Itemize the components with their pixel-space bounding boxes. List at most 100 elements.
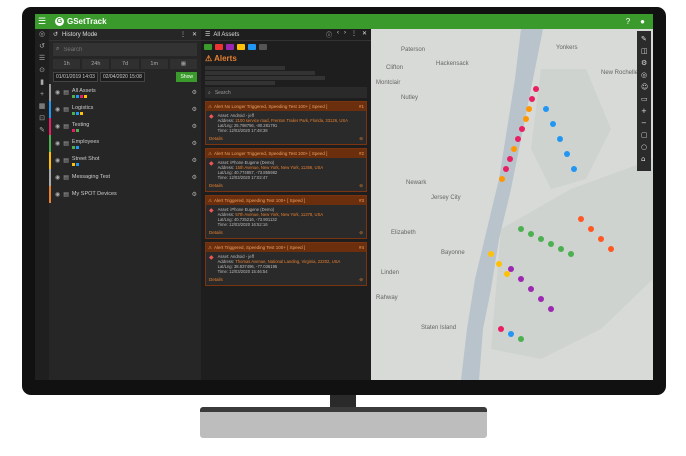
- calendar-icon[interactable]: ▦: [169, 59, 198, 69]
- eye-icon[interactable]: ◉: [55, 106, 60, 113]
- eye-icon[interactable]: ◉: [55, 89, 60, 96]
- asset-group-row[interactable]: ◉ ▤ Logistics ⚙: [49, 101, 201, 118]
- gear-icon[interactable]: ⚙: [192, 157, 197, 164]
- close-icon[interactable]: ✕: [362, 30, 367, 39]
- alert-card[interactable]: ⚠ Alert Triggered, Speeding Test 100+ [ …: [205, 195, 367, 239]
- alerts-panel-header: ☰ All Assets ⓘ ‹ › ⋮ ✕: [201, 29, 371, 41]
- tools-icon[interactable]: ✎: [35, 125, 49, 137]
- status-chip[interactable]: [204, 43, 212, 50]
- details-link[interactable]: Details: [209, 277, 223, 283]
- alert-title: Alert Triggered, Speeding Test 100+ [ Sp…: [214, 198, 306, 203]
- alert-body: ◆ Asset: iPhone Eugene (Demo) Address: 1…: [206, 158, 366, 182]
- add-icon[interactable]: +: [35, 89, 49, 101]
- chart-icon[interactable]: ▮: [35, 77, 49, 89]
- range-1h[interactable]: 1h: [53, 59, 81, 69]
- meta-line: [205, 76, 325, 80]
- location-icon[interactable]: ◎: [35, 29, 49, 41]
- eye-icon[interactable]: ◉: [55, 174, 60, 181]
- help-icon[interactable]: ?: [626, 17, 630, 26]
- zoom-in-icon[interactable]: +: [641, 107, 647, 115]
- eye-icon[interactable]: ◉: [55, 157, 60, 164]
- asset-group-row[interactable]: ◉ ▤ Messaging Test ⚙: [49, 169, 201, 186]
- alert-time: 12/03/2020 15:46:54: [229, 269, 268, 274]
- status-chip[interactable]: [237, 43, 245, 50]
- menu-icon[interactable]: ☰: [35, 16, 49, 27]
- user-icon[interactable]: ●: [640, 17, 645, 26]
- gear-icon[interactable]: ⚙: [192, 123, 197, 130]
- layers-icon[interactable]: ◫: [641, 47, 648, 55]
- alerts-search[interactable]: ⌕ Search: [205, 87, 367, 98]
- group-name: Testing: [71, 121, 90, 128]
- locate-icon[interactable]: ◎: [641, 71, 647, 79]
- target-icon[interactable]: ⊙: [35, 65, 49, 77]
- eye-icon[interactable]: ◉: [55, 140, 60, 147]
- list-icon[interactable]: ☰: [35, 53, 49, 65]
- asset-group-row[interactable]: ◉ ▤ My SPOT Devices ⚙: [49, 186, 201, 203]
- street-view-icon[interactable]: ☺: [641, 83, 648, 91]
- expand-icon[interactable]: ⊖: [359, 277, 363, 283]
- range-7d[interactable]: 7d: [111, 59, 139, 69]
- folder-icon: ▤: [63, 90, 69, 96]
- range-1m[interactable]: 1m: [140, 59, 168, 69]
- alert-list: ⚠ Alert No Longer Triggered, Speeding Te…: [201, 101, 371, 286]
- range-24h[interactable]: 24h: [82, 59, 110, 69]
- zoom-out-icon[interactable]: −: [641, 119, 647, 127]
- start-date-field[interactable]: 01/01/2019 14:03: [53, 72, 98, 82]
- more-icon[interactable]: ⋮: [180, 31, 186, 38]
- status-chip[interactable]: [248, 43, 256, 50]
- close-icon[interactable]: ✕: [192, 31, 197, 38]
- zone-icon[interactable]: ⊡: [35, 113, 49, 125]
- history-search[interactable]: ⌕: [53, 43, 197, 56]
- alert-card[interactable]: ⚠ Alert Triggered, Speeding Test 100+ [ …: [205, 242, 367, 286]
- eye-icon[interactable]: ◉: [55, 191, 60, 198]
- alert-title: Alert Triggered, Speeding Test 100+ [ Sp…: [214, 245, 306, 250]
- end-date-field[interactable]: 02/04/2020 15:08: [99, 72, 145, 82]
- status-toolbar: [201, 41, 371, 52]
- expand-icon[interactable]: ⊖: [359, 230, 363, 236]
- info-icon[interactable]: ⓘ: [326, 30, 332, 39]
- asset-group-row[interactable]: ◉ ▤ All Assets ⚙: [49, 84, 201, 101]
- settings-icon[interactable]: ⚙: [641, 59, 647, 67]
- asset-group-row[interactable]: ◉ ▤ Employees ⚙: [49, 135, 201, 152]
- details-link[interactable]: Details: [209, 183, 223, 189]
- gear-icon[interactable]: ⚙: [192, 191, 197, 198]
- status-chip[interactable]: [226, 43, 234, 50]
- expand-icon[interactable]: ⊖: [359, 136, 363, 142]
- asset-group-row[interactable]: ◉ ▤ Street Shot ⚙: [49, 152, 201, 169]
- alert-number: #2: [358, 151, 364, 156]
- warning-icon: ⚠: [208, 104, 213, 109]
- status-chip[interactable]: [259, 43, 267, 50]
- gear-icon[interactable]: ⚙: [192, 174, 197, 181]
- history-search-input[interactable]: [63, 46, 194, 53]
- asset-group-row[interactable]: ◉ ▤ Testing ⚙: [49, 118, 201, 135]
- gear-icon[interactable]: ⚙: [192, 140, 197, 147]
- grid-icon[interactable]: ▦: [35, 101, 49, 113]
- square-icon[interactable]: ▢: [641, 131, 648, 139]
- eye-icon[interactable]: ◉: [55, 123, 60, 130]
- circle-icon[interactable]: ○: [641, 143, 647, 151]
- meta-line: [205, 71, 315, 75]
- alerts-title: ⚠ Alerts: [205, 54, 237, 63]
- alert-card[interactable]: ⚠ Alert No Longer Triggered, Speeding Te…: [205, 101, 367, 145]
- map-label: Nutley: [401, 95, 418, 101]
- ruler-icon[interactable]: ▭: [641, 95, 648, 103]
- group-name: All Assets: [71, 87, 96, 94]
- status-chip[interactable]: [215, 43, 223, 50]
- draw-icon[interactable]: ✎: [641, 35, 647, 43]
- alerts-panel: ☰ All Assets ⓘ ‹ › ⋮ ✕ ⚠ Alerts ⌕ Search…: [201, 29, 371, 380]
- details-link[interactable]: Details: [209, 136, 223, 142]
- details-link[interactable]: Details: [209, 230, 223, 236]
- alert-card[interactable]: ⚠ Alert No Longer Triggered, Speeding Te…: [205, 148, 367, 192]
- alert-footer: Details ⊖: [206, 135, 366, 144]
- home-icon[interactable]: ⌂: [641, 155, 645, 163]
- gear-icon[interactable]: ⚙: [192, 106, 197, 113]
- alert-body: ◆ Asset: Android - jeff Address: Thomas …: [206, 252, 366, 276]
- history-icon[interactable]: ↺: [35, 41, 49, 53]
- expand-icon[interactable]: ⊖: [359, 183, 363, 189]
- more-icon[interactable]: ⋮: [351, 30, 357, 39]
- show-button[interactable]: Show: [176, 72, 197, 82]
- prev-icon[interactable]: ‹: [337, 30, 339, 39]
- map-view[interactable]: Paterson Hackensack Yonkers Montclair Cl…: [371, 29, 653, 380]
- gear-icon[interactable]: ⚙: [192, 89, 197, 96]
- next-icon[interactable]: ›: [344, 30, 346, 39]
